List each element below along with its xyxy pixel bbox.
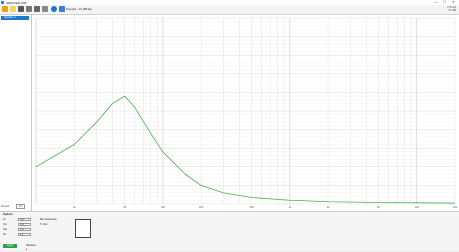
new-file-icon[interactable] [10,6,16,12]
grid-icon[interactable] [26,6,32,12]
box-enclosure-label: Box Enclosure [40,218,57,221]
open-folder-icon[interactable] [2,6,8,12]
x-tick-label: 2k [327,206,330,209]
response-curve [36,96,455,203]
print-icon[interactable] [18,6,24,12]
x-tick-label: 500 [250,206,255,209]
field-label: Vas [3,228,7,231]
x-tick-label: 200 [199,206,204,209]
field-label: Fs [3,218,6,221]
frequency-chart[interactable]: 20 50 100 200 500 1k 2k 5k 10k 20k [32,15,459,211]
field-input[interactable]: 28.0 [18,218,31,221]
x-tick-label: 20 [73,206,76,209]
status-readout: 2.4 kHz 0.0 dB [447,6,456,12]
smooth-control[interactable]: Smooth 1/1 [1,205,25,208]
field-input[interactable]: 5.8 [18,233,31,236]
smooth-label: Smooth [1,205,9,208]
enclosure-preview [75,219,91,238]
field-input[interactable]: 0.42 [18,223,31,226]
x-tick-label: 100 [161,206,166,209]
x-tick-label: 10k [415,206,420,209]
smooth-value: 1/1 [16,204,25,209]
status-level: 0.0 dB [447,9,456,12]
apply-button[interactable]: Apply [3,244,17,248]
sidebar: Speaker 1 Smooth 1/1 [0,15,32,211]
mode-dropdown[interactable]: Standard ▾ [26,244,36,248]
x-tick-label: 50 [123,206,126,209]
info-icon[interactable] [51,6,57,12]
chart-icon[interactable] [34,6,40,12]
vent-checkbox[interactable]: ☐ Vent [40,223,48,226]
x-tick-label: 20k [453,206,458,209]
options-panel: Options Fs 28.0 Qts 0.42 Vas 12.3 Re 5.8 Box En… [0,212,459,250]
app-icon [1,1,4,4]
freq-plot-label: Freq plot - 1/1 (dB Eq) [66,8,92,11]
sidebar-item-speaker[interactable]: Speaker 1 [1,16,29,20]
speaker-item-label: Speaker 1 [4,16,16,19]
chart-canvas: 20 50 100 200 500 1k 2k 5k 10k 20k [32,15,459,211]
options-title: Options [3,213,13,216]
field-input[interactable]: 12.3 [18,228,31,231]
x-tick-label: 5k [377,206,380,209]
edit-icon[interactable] [42,6,48,12]
toolbar: Freq plot - 1/1 (dB Eq) 2.4 kHz 0.0 dB [0,5,459,15]
freq-plot-icon[interactable] [59,6,65,12]
vent-label: Vent [43,223,48,226]
x-tick-label: 1k [289,206,292,209]
field-label: Qts [3,223,7,226]
field-label: Re [3,233,6,236]
